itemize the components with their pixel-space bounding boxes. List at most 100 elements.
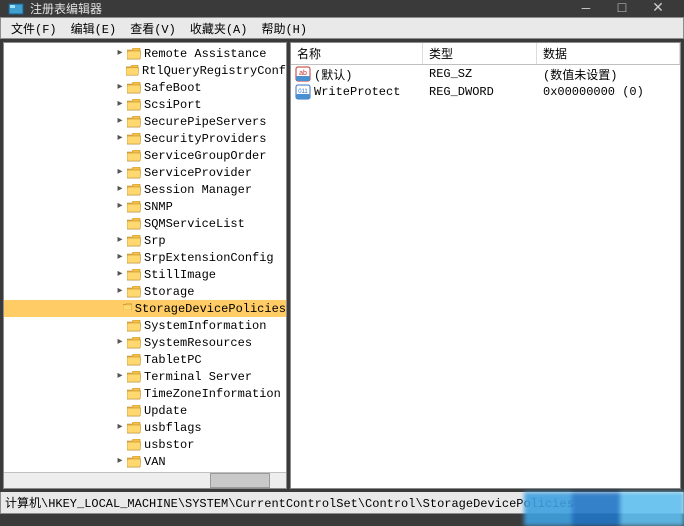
- tree-item[interactable]: ▸ Terminal Server: [4, 368, 286, 385]
- tree-item-label: ServiceGroupOrder: [144, 149, 266, 163]
- string-icon: ab: [295, 66, 311, 82]
- tree-item-label: SrpExtensionConfig: [144, 251, 274, 265]
- tree-item-label: StorageDevicePolicies: [135, 302, 286, 316]
- folder-icon: [127, 218, 141, 230]
- tree-item-label: SNMP: [144, 200, 173, 214]
- tree-item-label: VAN: [144, 455, 166, 469]
- tree-item[interactable]: ▸ SNMP: [4, 198, 286, 215]
- tree-item[interactable]: ▸usbflags: [4, 419, 286, 436]
- folder-icon: [127, 371, 141, 383]
- expand-icon[interactable]: ▸: [114, 82, 126, 94]
- tree-item[interactable]: ▸ Remote Assistance: [4, 45, 286, 62]
- tree-pane: ▸Remote AssistanceRtlQueryRegistryConf▸S…: [3, 42, 287, 489]
- tree-item[interactable]: ▸ SystemResources: [4, 334, 286, 351]
- tree-item-label: SystemInformation: [144, 319, 266, 333]
- svg-text:ab: ab: [299, 70, 307, 77]
- menu-file[interactable]: 文件(F): [5, 18, 63, 39]
- tree-item[interactable]: Update: [4, 402, 286, 419]
- tree-item-label: SQMServiceList: [144, 217, 245, 231]
- value-data: (数值未设置): [537, 66, 680, 83]
- tree-item[interactable]: ▸SecurityProviders: [4, 130, 286, 147]
- maximize-button[interactable]: □: [604, 1, 640, 17]
- folder-icon: [126, 65, 139, 77]
- key-tree[interactable]: ▸Remote AssistanceRtlQueryRegistryConf▸S…: [4, 43, 286, 472]
- expand-icon[interactable]: ▸: [114, 99, 126, 111]
- folder-icon: [127, 456, 141, 468]
- folder-icon: [127, 48, 141, 60]
- tree-item[interactable]: ▸ VAN: [4, 453, 286, 470]
- tree-item-label: usbstor: [144, 438, 194, 452]
- menu-help[interactable]: 帮助(H): [255, 18, 313, 39]
- tree-item-label: SystemResources: [144, 336, 252, 350]
- tree-item[interactable]: TabletPC: [4, 351, 286, 368]
- tree-item-label: TimeZoneInformation: [144, 387, 281, 401]
- expand-icon[interactable]: ▸: [114, 235, 126, 247]
- tree-item[interactable]: ▸ Storage: [4, 283, 286, 300]
- tree-item-label: Remote Assistance: [144, 47, 266, 61]
- tree-item[interactable]: ServiceGroupOrder: [4, 147, 286, 164]
- expand-icon[interactable]: ▸: [114, 48, 126, 60]
- folder-icon: [127, 286, 141, 298]
- folder-icon: [127, 354, 141, 366]
- expand-icon[interactable]: ▸: [114, 201, 126, 213]
- expand-icon[interactable]: ▸: [114, 337, 126, 349]
- expand-icon[interactable]: ▸: [114, 133, 126, 145]
- menu-favorites[interactable]: 收藏夹(A): [184, 18, 254, 39]
- value-type: REG_SZ: [423, 67, 537, 81]
- tree-item[interactable]: ▸ SecurePipeServers: [4, 113, 286, 130]
- tree-item[interactable]: ▸ScsiPort: [4, 96, 286, 113]
- expand-icon[interactable]: ▸: [114, 184, 126, 196]
- folder-icon: [127, 320, 141, 332]
- expand-icon[interactable]: ▸: [114, 286, 126, 298]
- tree-item-label: Srp: [144, 234, 166, 248]
- tree-item[interactable]: ▸ StillImage: [4, 266, 286, 283]
- tree-item-label: SecurePipeServers: [144, 115, 266, 129]
- folder-icon: [127, 133, 141, 145]
- expand-icon[interactable]: ▸: [114, 422, 126, 434]
- tree-item[interactable]: StorageDevicePolicies: [4, 300, 286, 317]
- tree-item-label: ServiceProvider: [144, 166, 252, 180]
- expand-icon[interactable]: ▸: [114, 252, 126, 264]
- tree-item-label: TabletPC: [144, 353, 202, 367]
- expand-icon[interactable]: ▸: [114, 269, 126, 281]
- tree-item[interactable]: TimeZoneInformation: [4, 385, 286, 402]
- folder-icon: [127, 167, 141, 179]
- tree-item[interactable]: ▸ Srp: [4, 232, 286, 249]
- tree-item[interactable]: RtlQueryRegistryConf: [4, 62, 286, 79]
- value-row[interactable]: ab(默认)REG_SZ(数值未设置): [291, 65, 680, 83]
- col-name[interactable]: 名称: [291, 43, 423, 64]
- folder-icon: [127, 235, 141, 247]
- col-data[interactable]: 数据: [537, 43, 680, 64]
- tree-item[interactable]: SQMServiceList: [4, 215, 286, 232]
- tree-item-label: Update: [144, 404, 187, 418]
- binary-icon: 011: [295, 84, 311, 100]
- folder-icon: [127, 201, 141, 213]
- horizontal-scrollbar[interactable]: [4, 472, 286, 488]
- col-type[interactable]: 类型: [423, 43, 537, 64]
- value-row[interactable]: 011WriteProtectREG_DWORD0x00000000 (0): [291, 83, 680, 101]
- tree-item[interactable]: ▸ SrpExtensionConfig: [4, 249, 286, 266]
- tree-item[interactable]: ▸ ServiceProvider: [4, 164, 286, 181]
- folder-icon: [127, 150, 141, 162]
- tree-item-label: Storage: [144, 285, 194, 299]
- expand-icon[interactable]: ▸: [114, 456, 126, 468]
- expand-icon[interactable]: ▸: [114, 371, 126, 383]
- menu-edit[interactable]: 编辑(E): [65, 18, 123, 39]
- folder-icon: [127, 388, 141, 400]
- tree-item[interactable]: ▸Session Manager: [4, 181, 286, 198]
- expand-icon[interactable]: ▸: [114, 116, 126, 128]
- tree-item[interactable]: SystemInformation: [4, 317, 286, 334]
- expand-icon[interactable]: ▸: [114, 167, 126, 179]
- status-path: 计算机\HKEY_LOCAL_MACHINE\SYSTEM\CurrentCon…: [5, 494, 574, 511]
- tree-item-label: Terminal Server: [144, 370, 252, 384]
- minimize-button[interactable]: —: [568, 1, 604, 17]
- folder-icon: [127, 82, 141, 94]
- close-button[interactable]: ✕: [640, 0, 676, 17]
- values-list[interactable]: ab(默认)REG_SZ(数值未设置)011WriteProtectREG_DW…: [291, 65, 680, 488]
- tree-item-label: RtlQueryRegistryConf: [142, 64, 286, 78]
- folder-icon: [127, 99, 141, 111]
- tree-item[interactable]: ▸SafeBoot: [4, 79, 286, 96]
- tree-item[interactable]: usbstor: [4, 436, 286, 453]
- menu-view[interactable]: 查看(V): [124, 18, 182, 39]
- tree-item-label: StillImage: [144, 268, 216, 282]
